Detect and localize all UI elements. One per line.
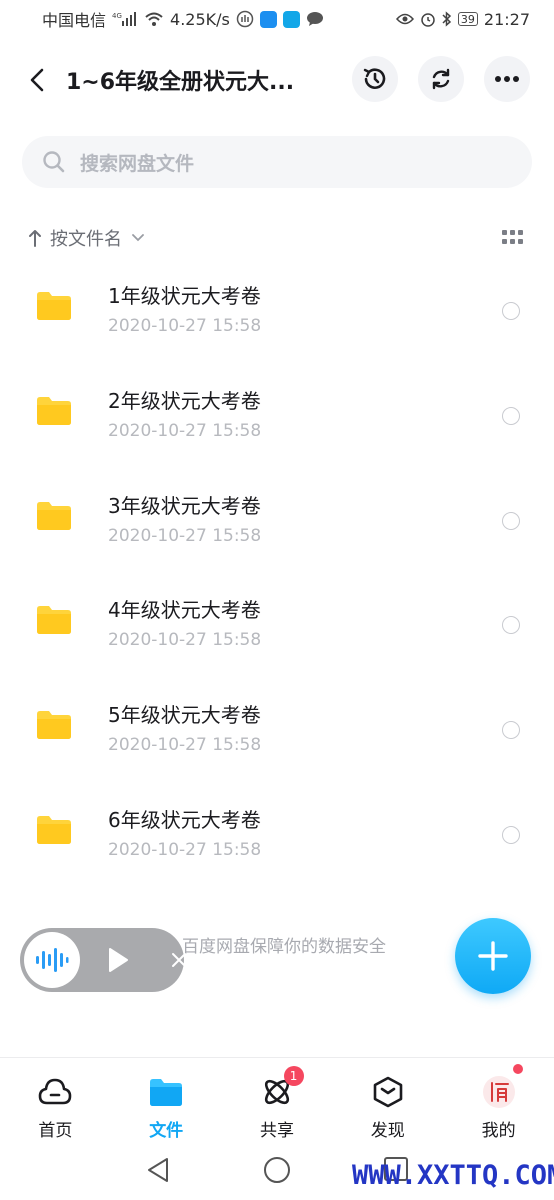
select-radio[interactable] <box>502 302 520 320</box>
folder-icon <box>37 292 71 320</box>
audio-disc[interactable] <box>24 932 80 988</box>
list-item[interactable]: 2年级状元大考卷 2020-10-27 15:58 <box>0 367 554 472</box>
file-name: 2年级状元大考卷 <box>108 388 261 413</box>
nav-item-profile[interactable]: 我的 <box>443 1058 554 1145</box>
chevron-down-icon[interactable] <box>132 234 144 242</box>
page-title: 1~6年级全册状元大... <box>66 70 295 95</box>
nav-item-files[interactable]: 文件 <box>111 1058 222 1145</box>
baidu-app-icon <box>259 10 277 28</box>
nav-label-files: 文件 <box>149 1121 184 1141</box>
sort-bar: 按文件名 <box>28 222 528 254</box>
folder-files-icon <box>148 1074 184 1110</box>
file-name: 1年级状元大考卷 <box>108 284 261 308</box>
network-speed: 4.25K/s <box>170 9 230 29</box>
share-badge: 1 <box>283 1066 304 1086</box>
avatar <box>481 1074 517 1110</box>
file-name: 4年级状元大考卷 <box>108 598 261 623</box>
refresh-button[interactable] <box>418 56 464 102</box>
play-icon <box>109 948 128 972</box>
list-item[interactable]: 6年级状元大考卷 2020-10-27 15:58 <box>0 786 554 891</box>
chat-bubble-icon <box>306 11 324 27</box>
header: 1~6年级全册状元大... <box>0 50 554 110</box>
more-button[interactable] <box>484 56 530 102</box>
clock: 21:27 <box>483 9 530 29</box>
nav-label-discover: 发现 <box>370 1121 405 1141</box>
more-dots-icon <box>495 76 519 82</box>
plus-icon <box>478 941 508 971</box>
sort-arrow-up-icon[interactable] <box>28 229 42 247</box>
bottom-nav: 首页 文件 1 共享 发现 我的 <box>0 1057 554 1145</box>
watermark: WWW.XXTTQ.COM <box>352 1160 554 1191</box>
cube-discover-icon <box>370 1074 406 1110</box>
close-button[interactable] <box>165 946 193 974</box>
battery-level: 39 <box>460 12 475 26</box>
file-name: 6年级状元大考卷 <box>108 807 261 832</box>
search-input[interactable]: 搜索网盘文件 <box>22 136 532 188</box>
sound-wave-icon <box>36 948 69 972</box>
select-radio[interactable] <box>502 511 520 530</box>
signal-icon: 4G <box>112 11 138 27</box>
svg-text:4G: 4G <box>112 12 122 20</box>
close-icon <box>172 953 186 967</box>
folder-icon <box>37 396 71 425</box>
system-back-icon[interactable] <box>146 1157 170 1183</box>
carrier-label: 中国电信 <box>42 11 107 30</box>
bulb-app-icon <box>282 10 300 28</box>
nav-label-home: 首页 <box>38 1121 73 1141</box>
search-icon <box>43 151 65 173</box>
cloud-home-icon <box>37 1074 73 1110</box>
select-radio[interactable] <box>502 616 520 635</box>
sort-label[interactable]: 按文件名 <box>50 225 122 251</box>
file-date: 2020-10-27 15:58 <box>108 735 262 756</box>
select-radio[interactable] <box>502 825 520 844</box>
history-button[interactable] <box>352 56 398 102</box>
status-bar: 中国电信 4G 4.25K/s 39 21:27 <box>0 0 554 38</box>
history-clock-icon <box>363 68 386 89</box>
back-arrow-icon <box>30 68 44 92</box>
folder-icon <box>37 501 71 530</box>
list-item[interactable]: 5年级状元大考卷 2020-10-27 15:58 <box>0 681 554 786</box>
folder-icon <box>37 606 71 635</box>
eye-icon <box>395 12 414 26</box>
list-item[interactable]: 4年级状元大考卷 2020-10-27 15:58 <box>0 576 554 681</box>
notification-app-icon <box>236 10 254 28</box>
add-button[interactable] <box>455 918 531 994</box>
alarm-icon <box>420 11 436 27</box>
grid-view-icon[interactable] <box>502 230 523 244</box>
nav-item-discover[interactable]: 发现 <box>332 1058 443 1145</box>
select-radio[interactable] <box>502 406 520 425</box>
file-date: 2020-10-27 15:58 <box>108 525 262 546</box>
audio-player[interactable] <box>20 928 186 992</box>
file-date: 2020-10-27 15:58 <box>108 839 262 860</box>
file-name: 5年级状元大考卷 <box>108 703 261 728</box>
system-home-icon[interactable] <box>264 1157 290 1183</box>
list-item[interactable]: 3年级状元大考卷 2020-10-27 15:58 <box>0 472 554 577</box>
file-date: 2020-10-27 15:58 <box>108 420 262 441</box>
nav-label-profile: 我的 <box>481 1121 516 1141</box>
file-date: 2020-10-27 15:58 <box>108 316 262 336</box>
folder-icon <box>37 711 71 740</box>
refresh-icon <box>432 68 450 90</box>
select-radio[interactable] <box>502 721 520 740</box>
file-date: 2020-10-27 15:58 <box>108 630 262 651</box>
back-button[interactable] <box>22 62 52 98</box>
safety-note: 百度网盘保障你的数据安全 <box>182 937 386 957</box>
file-name: 3年级状元大考卷 <box>108 493 261 518</box>
profile-notification-dot <box>513 1064 524 1074</box>
search-placeholder: 搜索网盘文件 <box>80 152 195 175</box>
list-item[interactable]: 1年级状元大考卷 2020-10-27 15:58 <box>0 262 554 367</box>
status-right: 39 21:27 <box>395 9 530 29</box>
bluetooth-icon <box>442 11 452 27</box>
folder-icon <box>37 815 71 844</box>
nav-item-home[interactable]: 首页 <box>0 1058 111 1145</box>
battery-icon: 39 <box>457 12 478 26</box>
nav-label-share: 共享 <box>259 1121 294 1141</box>
nav-item-share[interactable]: 1 共享 <box>222 1058 333 1145</box>
file-list: 1年级状元大考卷 2020-10-27 15:58 2年级状元大考卷 2020-… <box>0 262 554 891</box>
play-button[interactable] <box>104 946 132 974</box>
status-left: 中国电信 4G 4.25K/s <box>42 7 324 31</box>
wifi-icon <box>144 11 164 27</box>
